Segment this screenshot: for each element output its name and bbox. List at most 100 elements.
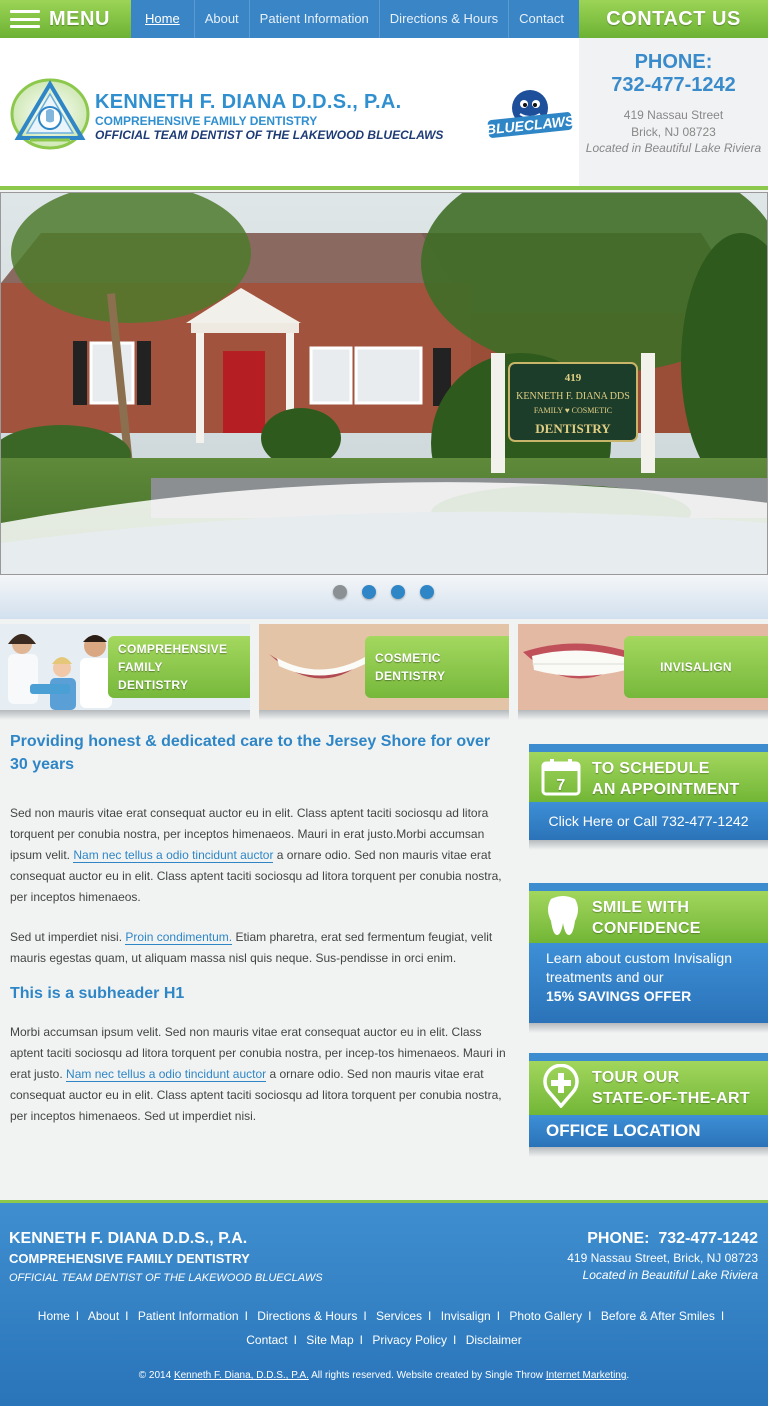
copyright: © 2014 Kenneth F. Diana, D.D.S., P.A. Al… bbox=[138, 1370, 630, 1381]
schedule-appointment-cta[interactable]: 7 TO SCHEDULE AN APPOINTMENT Click Here … bbox=[529, 744, 768, 850]
footer-link-services[interactable]: Services bbox=[376, 1309, 422, 1323]
header-phone-box: PHONE: 732-477-1242 419 Nassau Street Br… bbox=[579, 38, 768, 188]
menu-label: MENU bbox=[49, 7, 110, 30]
paragraph-2-link[interactable]: Proin condimentum. bbox=[125, 930, 233, 945]
header-phone-number[interactable]: 732-477-1242 bbox=[579, 74, 768, 97]
nav-directions-hours[interactable]: Directions & Hours bbox=[380, 0, 510, 38]
footer-link-patient-information[interactable]: Patient Information bbox=[138, 1309, 239, 1323]
slider-dot-4[interactable] bbox=[420, 585, 434, 599]
slider-dot-2[interactable] bbox=[362, 585, 376, 599]
office-building-photo: 419 KENNETH F. DIANA DDS FAMILY ♥ COSMET… bbox=[1, 193, 767, 574]
paragraph-3: Morbi accumsan ipsum velit. Sed non maur… bbox=[10, 1025, 506, 1123]
cta-shadow bbox=[529, 1023, 768, 1033]
cta-line1: TO SCHEDULE bbox=[592, 760, 710, 777]
top-nav-bar: MENU Home About Patient Information Dire… bbox=[0, 0, 768, 38]
footer-link-contact[interactable]: Contact bbox=[246, 1333, 287, 1347]
tile-shadow bbox=[259, 710, 509, 720]
service-tile-comprehensive[interactable]: COMPREHENSIVE FAMILY DENTISTRY bbox=[0, 624, 250, 710]
footer-link-directions-hours[interactable]: Directions & Hours bbox=[257, 1309, 357, 1323]
footer-link-site-map[interactable]: Site Map bbox=[306, 1333, 353, 1347]
tour-office-cta[interactable]: TOUR OUR STATE-OF-THE-ART OFFICE LOCATIO… bbox=[529, 1053, 768, 1157]
brand-block: KENNETH F. DIANA D.D.S., P.A. COMPREHENS… bbox=[95, 91, 443, 142]
service-label-cosmetic: COSMETIC DENTISTRY bbox=[365, 636, 509, 698]
cta-line2: CONFIDENCE bbox=[592, 920, 701, 937]
nav-patient-information[interactable]: Patient Information bbox=[250, 0, 380, 38]
cta-green-header: SMILE WITH CONFIDENCE bbox=[529, 891, 768, 943]
footer-phone[interactable]: PHONE: 732-477-1242 bbox=[567, 1228, 758, 1250]
practice-tagline: OFFICIAL TEAM DENTIST OF THE LAKEWOOD BL… bbox=[95, 128, 444, 142]
slider-dot-1[interactable] bbox=[333, 585, 347, 599]
menu-button[interactable]: MENU bbox=[0, 0, 131, 38]
practice-subtitle: COMPREHENSIVE FAMILY DENTISTRY bbox=[95, 114, 318, 128]
smile-body: Learn about custom Invisalign treatments… bbox=[529, 943, 768, 1023]
practice-name: KENNETH F. DIANA D.D.S., P.A. bbox=[95, 91, 402, 113]
header-address-line2: Brick, NJ 08723 bbox=[631, 125, 716, 139]
sign-line2-text: FAMILY ♥ COSMETIC bbox=[534, 406, 612, 415]
page-heading: Providing honest & dedicated care to the… bbox=[10, 733, 491, 773]
slider-pagination bbox=[333, 585, 434, 599]
svg-text:7: 7 bbox=[556, 777, 565, 794]
footer-link-disclaimer[interactable]: Disclaimer bbox=[466, 1333, 522, 1347]
cta-topline bbox=[529, 744, 768, 752]
footer-divider bbox=[0, 1200, 768, 1203]
footer-brand: KENNETH F. DIANA D.D.S., P.A. COMPREHENS… bbox=[9, 1228, 323, 1287]
cta-line1: SMILE WITH bbox=[592, 899, 690, 916]
cta-shadow bbox=[529, 1147, 768, 1157]
slider-dot-3[interactable] bbox=[391, 585, 405, 599]
paragraph-1: Sed non mauris vitae erat consequat auct… bbox=[10, 806, 502, 904]
copyright-practice-link[interactable]: Kenneth F. Diana, D.D.S., P.A. bbox=[174, 1370, 309, 1381]
practice-logo-icon[interactable] bbox=[10, 78, 90, 150]
hero-slider[interactable]: 419 KENNETH F. DIANA DDS FAMILY ♥ COSMET… bbox=[0, 192, 768, 575]
nav-home[interactable]: Home bbox=[131, 0, 195, 38]
footer-title: KENNETH F. DIANA D.D.S., P.A. bbox=[9, 1230, 248, 1247]
cta-line1: TOUR OUR bbox=[592, 1069, 680, 1086]
schedule-call-link[interactable]: Click Here or Call 732-477-1242 bbox=[529, 802, 768, 840]
tile-shadow bbox=[0, 710, 250, 720]
calendar-icon: 7 bbox=[541, 759, 581, 796]
main-content: Providing honest & dedicated care to the… bbox=[10, 730, 510, 1127]
office-location-link[interactable]: OFFICE LOCATION bbox=[529, 1115, 768, 1147]
header-divider bbox=[0, 186, 768, 190]
cta-line2: AN APPOINTMENT bbox=[592, 781, 740, 798]
smile-body-line1: Learn about custom Invisalign bbox=[546, 950, 732, 966]
footer-link-before-after[interactable]: Before & After Smiles bbox=[601, 1309, 715, 1323]
cta-green-header: TOUR OUR STATE-OF-THE-ART bbox=[529, 1061, 768, 1115]
cta-shadow bbox=[529, 840, 768, 850]
smile-confidence-cta[interactable]: SMILE WITH CONFIDENCE Learn about custom… bbox=[529, 883, 768, 1033]
savings-offer-link[interactable]: 15% SAVINGS OFFER bbox=[546, 987, 768, 1006]
nav-about[interactable]: About bbox=[195, 0, 250, 38]
footer-link-home[interactable]: Home bbox=[38, 1309, 70, 1323]
footer-address: 419 Nassau Street, Brick, NJ 08723 bbox=[567, 1251, 758, 1265]
blueclaws-logo-icon: BLUECLAWS bbox=[485, 90, 576, 138]
sign-line3-text: DENTISTRY bbox=[535, 421, 611, 436]
paragraph-3-link[interactable]: Nam nec tellus a odio tincidunt auctor bbox=[66, 1067, 267, 1082]
nav-contact[interactable]: Contact bbox=[509, 0, 574, 38]
site-header: KENNETH F. DIANA D.D.S., P.A. COMPREHENS… bbox=[0, 38, 768, 188]
smile-body-line2: treatments and our bbox=[546, 969, 664, 985]
header-location-note: Located in Beautiful Lake Riviera bbox=[585, 141, 762, 155]
footer-link-privacy-policy[interactable]: Privacy Policy bbox=[372, 1333, 447, 1347]
footer-location-note: Located in Beautiful Lake Riviera bbox=[582, 1268, 758, 1282]
service-tile-invisalign[interactable]: INVISALIGN bbox=[518, 624, 768, 710]
tile-shadow bbox=[518, 710, 768, 720]
paragraph-2: Sed ut imperdiet nisi. Proin condimentum… bbox=[10, 930, 493, 965]
paragraph-1-link[interactable]: Nam nec tellus a odio tincidunt auctor bbox=[73, 848, 274, 863]
footer-link-invisalign[interactable]: Invisalign bbox=[441, 1309, 491, 1323]
phone-label: PHONE: bbox=[634, 51, 713, 73]
footer-nav: Home I About I Patient Information I Direct… bbox=[37, 1309, 725, 1347]
service-label-invisalign: INVISALIGN bbox=[624, 636, 768, 698]
internet-marketing-link[interactable]: Internet Marketing bbox=[546, 1370, 627, 1381]
cta-topline bbox=[529, 1053, 768, 1061]
footer-link-photo-gallery[interactable]: Photo Gallery bbox=[509, 1309, 582, 1323]
footer-link-about[interactable]: About bbox=[88, 1309, 119, 1323]
hamburger-icon bbox=[10, 10, 40, 28]
cta-topline bbox=[529, 883, 768, 891]
header-address-line1: 419 Nassau Street bbox=[623, 108, 724, 122]
cta-line2: STATE-OF-THE-ART bbox=[592, 1090, 750, 1107]
main-nav: Home About Patient Information Direction… bbox=[131, 0, 574, 38]
sign-number-text: 419 bbox=[565, 372, 582, 384]
subheader: This is a subheader H1 bbox=[10, 985, 185, 1002]
cta-green-header: 7 TO SCHEDULE AN APPOINTMENT bbox=[529, 752, 768, 802]
contact-us-button[interactable]: CONTACT US bbox=[579, 0, 768, 38]
service-tile-cosmetic[interactable]: COSMETIC DENTISTRY bbox=[259, 624, 509, 710]
